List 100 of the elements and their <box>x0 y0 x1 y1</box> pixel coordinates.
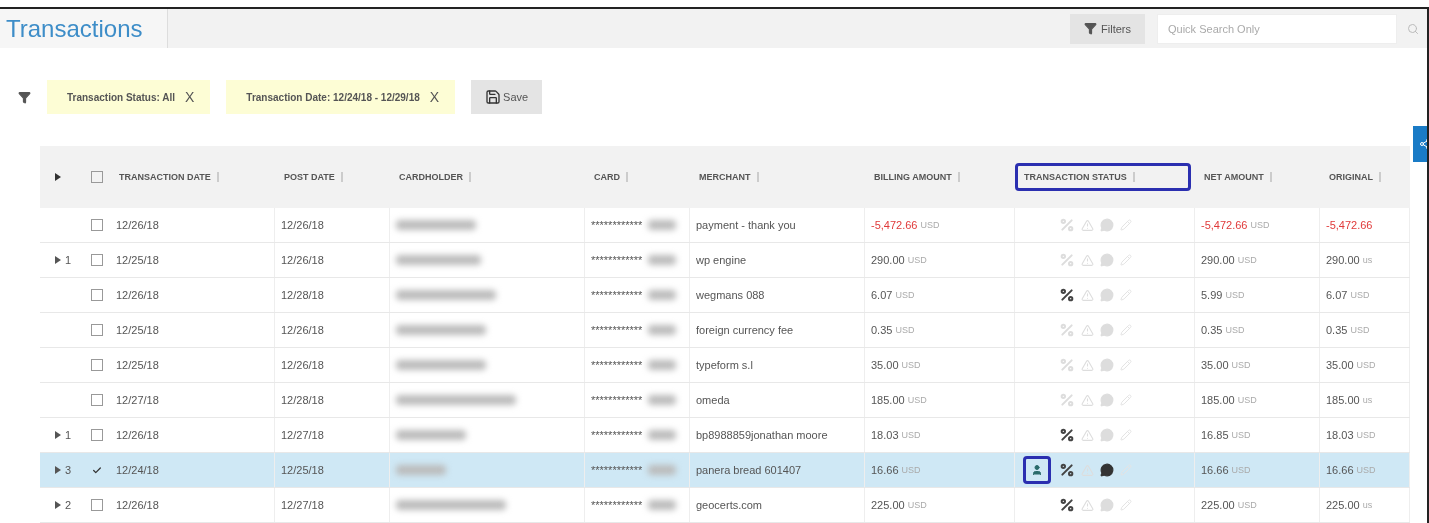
column-header[interactable]: ORIGINAL <box>1320 163 1406 191</box>
percent-icon[interactable] <box>1059 427 1075 443</box>
row-checkbox[interactable] <box>91 359 103 371</box>
blurred-digits <box>648 465 677 475</box>
row-checkbox[interactable] <box>91 289 103 301</box>
percent-icon[interactable] <box>1059 497 1075 513</box>
table-cell: 12/26/18 <box>110 278 275 312</box>
pencil-icon[interactable] <box>1120 499 1132 511</box>
original-amount: 18.03 <box>1326 429 1354 441</box>
blurred-digits <box>648 395 677 405</box>
row-checkbox[interactable] <box>91 219 103 231</box>
table-row[interactable]: 12/25/18 12/26/18 ************ foreign currency fee 0.35 USD 0.35 USD 0.35 USD <box>40 313 1410 348</box>
column-header[interactable]: CARD <box>585 163 686 191</box>
warning-icon[interactable] <box>1081 323 1094 337</box>
save-button[interactable]: Save <box>471 80 543 114</box>
blurred-digits <box>648 500 677 510</box>
card-number: ************ <box>591 254 643 266</box>
card-number: ************ <box>591 289 643 301</box>
row-checkbox[interactable] <box>91 254 103 266</box>
billing-amount: 0.35 <box>871 324 893 336</box>
search-field[interactable]: Quick Search Only <box>1157 13 1397 44</box>
table-cell: panera bread 601407 <box>690 453 865 487</box>
card-number: ************ <box>591 359 643 371</box>
percent-icon[interactable] <box>1059 287 1075 303</box>
table-cell: 12/27/18 <box>275 488 390 522</box>
filters-button[interactable]: Filters <box>1070 13 1145 44</box>
column-header[interactable]: NET AMOUNT <box>1195 163 1316 191</box>
original-amount: -5,472.66 <box>1326 219 1373 231</box>
table-cell: 12/25/18 <box>275 453 390 487</box>
column-header[interactable]: TRANSACTION DATE <box>110 163 271 191</box>
blurred-digits <box>648 290 677 300</box>
person-icon[interactable] <box>1023 456 1051 484</box>
table-cell: wegmans 088 <box>690 278 865 312</box>
table-row[interactable]: 12/26/18 12/28/18 ************ wegmans 088 6.07 USD 5.99 USD 6.07 USD <box>40 278 1410 313</box>
net-amount: 225.00 <box>1201 499 1235 511</box>
row-checkbox[interactable] <box>91 429 103 441</box>
filter-label: Transaction Status: All <box>67 91 175 103</box>
table-row[interactable]: 1 12/26/18 12/27/18 ************ bp8988859jonathan moore 18.03 USD 16.85 USD 18.03 USD <box>40 418 1410 453</box>
table-row[interactable]: 12/25/18 12/26/18 ************ typeform s.l 35.00 USD 35.00 USD 35.00 USD <box>40 348 1410 383</box>
table-row[interactable]: 12/27/18 12/28/18 ************ omeda 185.00 USD 185.00 USD 185.00 us <box>40 383 1410 418</box>
billing-amount: 290.00 <box>871 254 905 266</box>
warning-icon[interactable] <box>1081 428 1094 442</box>
table-row[interactable]: 2 12/26/18 12/27/18 ************ geocerts.com 225.00 USD 225.00 USD 225.00 us <box>40 488 1410 523</box>
column-header[interactable]: BILLING AMOUNT <box>865 163 1011 191</box>
original-amount: 225.00 <box>1326 499 1360 511</box>
warning-icon[interactable] <box>1081 393 1094 407</box>
row-checkbox[interactable] <box>91 464 103 476</box>
row-checkbox[interactable] <box>91 324 103 336</box>
filter-icon <box>18 90 31 104</box>
table-cell: 12/26/18 <box>110 418 275 452</box>
column-header[interactable]: POST DATE <box>275 163 386 191</box>
expand-icon[interactable] <box>54 173 62 181</box>
pencil-icon[interactable] <box>1120 429 1132 441</box>
table-cell: payment - thank you <box>690 208 865 242</box>
original-amount: 290.00 <box>1326 254 1360 266</box>
table-cell: foreign currency fee <box>690 313 865 347</box>
column-header[interactable]: CARDHOLDER <box>390 163 581 191</box>
search-icon[interactable] <box>1407 22 1419 35</box>
row-checkbox[interactable] <box>91 394 103 406</box>
pencil-icon[interactable] <box>1120 289 1132 301</box>
table-cell: 12/27/18 <box>110 383 275 417</box>
expand-icon[interactable] <box>54 256 62 264</box>
row-checkbox[interactable] <box>91 499 103 511</box>
warning-icon[interactable] <box>1081 463 1094 477</box>
child-count: 1 <box>65 254 72 266</box>
expand-icon[interactable] <box>54 431 62 439</box>
table-cell: 12/28/18 <box>275 278 390 312</box>
table-row[interactable]: 3 12/24/18 12/25/18 ************ panera bread 601407 16.66 USD 16.66 USD 16.66 USD <box>40 453 1410 488</box>
percent-icon[interactable] <box>1059 462 1075 478</box>
table-cell: 12/27/18 <box>275 418 390 452</box>
original-amount: 16.66 <box>1326 464 1354 476</box>
original-amount: 6.07 <box>1326 289 1348 301</box>
table-row[interactable]: 12/26/18 12/26/18 ************ payment - thank you -5,472.66 USD -5,472.66 USD -5,472.66 <box>40 208 1410 243</box>
warning-icon[interactable] <box>1081 498 1094 512</box>
card-number: ************ <box>591 394 643 406</box>
billing-amount: 185.00 <box>871 394 905 406</box>
column-header[interactable]: TRANSACTION STATUS <box>1015 163 1191 191</box>
table-cell: 12/26/18 <box>110 208 275 242</box>
remove-filter-button[interactable]: X <box>429 89 440 105</box>
column-header[interactable]: MERCHANT <box>690 163 861 191</box>
table-row[interactable]: 1 12/25/18 12/26/18 ************ wp engine 290.00 USD 290.00 USD 290.00 us <box>40 243 1410 278</box>
blurred-name <box>396 430 466 440</box>
pencil-icon[interactable] <box>1120 359 1132 371</box>
warning-icon[interactable] <box>1081 288 1094 302</box>
pencil-icon[interactable] <box>1120 394 1132 406</box>
expand-icon[interactable] <box>54 466 62 474</box>
share-button[interactable] <box>1413 126 1427 162</box>
warning-icon[interactable] <box>1081 218 1094 232</box>
select-all-checkbox[interactable] <box>91 171 103 183</box>
warning-icon[interactable] <box>1081 253 1094 267</box>
expand-icon[interactable] <box>54 501 62 509</box>
pencil-icon[interactable] <box>1120 324 1132 336</box>
pencil-icon[interactable] <box>1120 254 1132 266</box>
pencil-icon[interactable] <box>1120 219 1132 231</box>
card-number: ************ <box>591 499 643 511</box>
warning-icon[interactable] <box>1081 358 1094 372</box>
remove-filter-button[interactable]: X <box>185 89 195 105</box>
comment-icon[interactable] <box>1100 463 1114 477</box>
net-amount: 0.35 <box>1201 324 1223 336</box>
original-amount: 35.00 <box>1326 359 1354 371</box>
